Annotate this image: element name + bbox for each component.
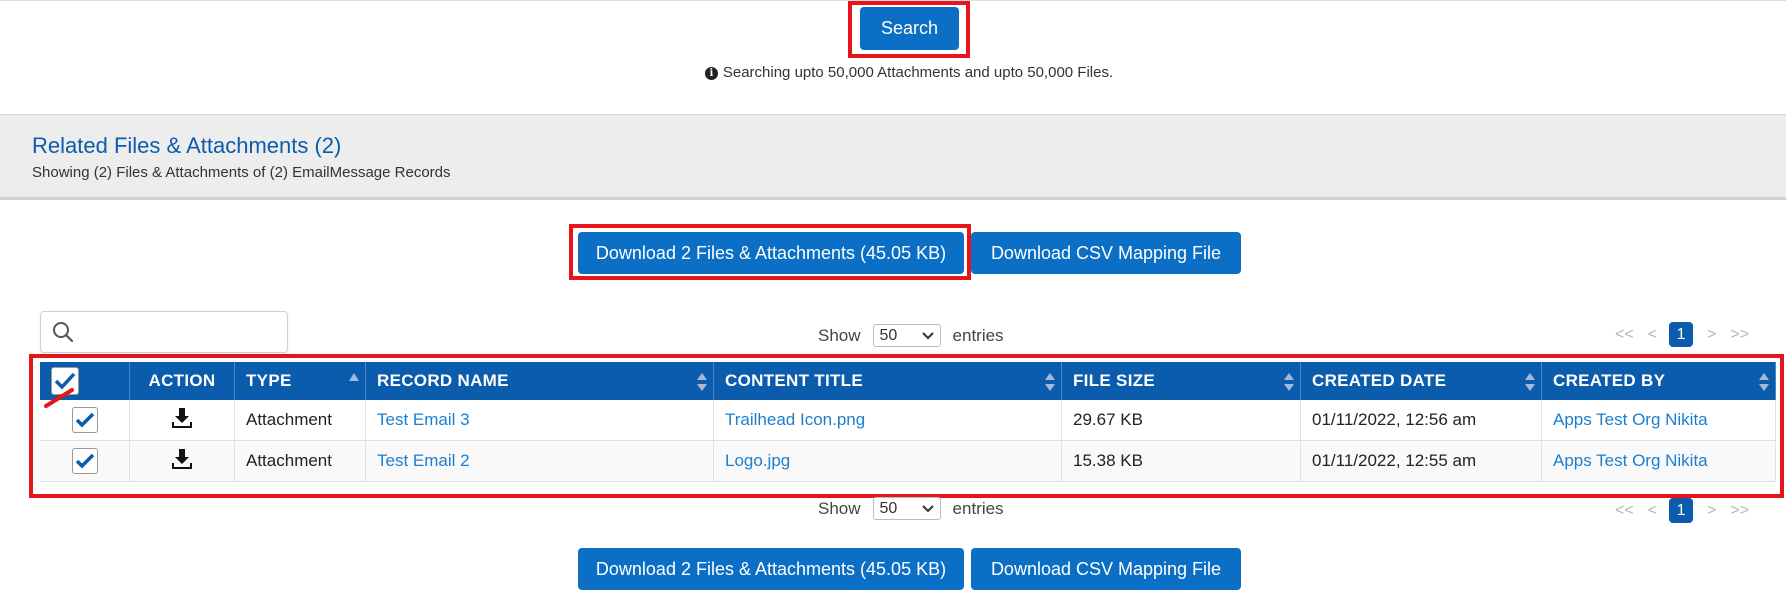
sort-both-icon bbox=[1759, 373, 1769, 391]
column-header-type[interactable]: TYPE bbox=[234, 362, 366, 400]
pager-last[interactable]: >> bbox=[1730, 326, 1749, 344]
entries-label: entries bbox=[952, 325, 1004, 345]
table-search-input[interactable] bbox=[40, 311, 288, 353]
entries-select[interactable]: 50 bbox=[872, 497, 941, 520]
column-header-created-date-label: CREATED DATE bbox=[1312, 371, 1447, 390]
entries-select-value: 50 bbox=[879, 326, 898, 344]
row-type: Attachment bbox=[234, 400, 366, 441]
sort-asc-icon bbox=[349, 373, 359, 381]
row-created-date: 01/11/2022, 12:56 am bbox=[1300, 400, 1542, 441]
table-row: Attachment Test Email 3 Trailhead Icon.p… bbox=[40, 400, 1776, 441]
row-content-title-link[interactable]: Logo.jpg bbox=[713, 440, 1062, 482]
column-header-file-size[interactable]: FILE SIZE bbox=[1061, 362, 1301, 400]
section-title: Related Files & Attachments (2) bbox=[32, 133, 342, 158]
pager-first[interactable]: << bbox=[1615, 502, 1634, 520]
pager-next[interactable]: > bbox=[1707, 502, 1716, 520]
row-record-name-link[interactable]: Test Email 2 bbox=[365, 440, 714, 482]
checkmark-icon bbox=[75, 453, 94, 469]
row-created-by-link[interactable]: Apps Test Org Nikita bbox=[1541, 400, 1776, 441]
row-checkbox[interactable] bbox=[71, 448, 98, 474]
search-icon bbox=[53, 322, 74, 343]
show-entries-bottom: Show 50 entries bbox=[818, 497, 1004, 520]
row-created-date: 01/11/2022, 12:55 am bbox=[1300, 440, 1542, 482]
row-select-cell bbox=[40, 440, 130, 482]
download-icon[interactable] bbox=[171, 448, 193, 470]
pager-first[interactable]: << bbox=[1615, 326, 1634, 344]
pager-prev[interactable]: < bbox=[1648, 502, 1657, 520]
column-header-record-name-label: RECORD NAME bbox=[377, 371, 509, 390]
column-header-created-by-label: CREATED BY bbox=[1553, 371, 1666, 390]
pager-last[interactable]: >> bbox=[1730, 502, 1749, 520]
download-csv-button[interactable]: Download CSV Mapping File bbox=[971, 232, 1241, 274]
download-csv-button-bottom[interactable]: Download CSV Mapping File bbox=[971, 548, 1241, 590]
show-entries-top: Show 50 entries bbox=[818, 324, 1004, 347]
pager-next[interactable]: > bbox=[1707, 326, 1716, 344]
search-button[interactable]: Search bbox=[860, 7, 959, 50]
files-table: ACTION TYPE RECORD NAME CONTENT TITLE FI… bbox=[40, 362, 1776, 482]
row-record-name-link[interactable]: Test Email 3 bbox=[365, 400, 714, 441]
entries-label: entries bbox=[952, 498, 1004, 518]
sort-both-icon bbox=[697, 373, 707, 391]
column-header-type-label: TYPE bbox=[246, 371, 292, 390]
row-content-title-link[interactable]: Trailhead Icon.png bbox=[713, 400, 1062, 441]
table-header-row: ACTION TYPE RECORD NAME CONTENT TITLE FI… bbox=[40, 362, 1776, 400]
show-label: Show bbox=[818, 498, 861, 518]
search-area: Search i Searching upto 50,000 Attachment… bbox=[0, 0, 1786, 115]
column-header-action: ACTION bbox=[129, 362, 235, 400]
column-header-created-by[interactable]: CREATED BY bbox=[1541, 362, 1776, 400]
info-circle-icon: i bbox=[704, 67, 718, 80]
entries-select[interactable]: 50 bbox=[872, 324, 941, 347]
checkmark-icon bbox=[75, 412, 94, 428]
sort-both-icon bbox=[1525, 373, 1535, 391]
column-header-content-title-label: CONTENT TITLE bbox=[725, 371, 863, 390]
entries-select-value: 50 bbox=[879, 499, 898, 517]
pager-prev[interactable]: < bbox=[1648, 326, 1657, 344]
column-header-created-date[interactable]: CREATED DATE bbox=[1300, 362, 1542, 400]
section-header: Related Files & Attachments (2) Showing … bbox=[0, 114, 1786, 200]
row-file-size: 15.38 KB bbox=[1061, 440, 1301, 482]
column-header-content-title[interactable]: CONTENT TITLE bbox=[713, 362, 1062, 400]
show-label: Show bbox=[818, 325, 861, 345]
pager-top: << < 1 > >> bbox=[1601, 322, 1749, 347]
row-checkbox[interactable] bbox=[71, 407, 98, 433]
column-header-file-size-label: FILE SIZE bbox=[1073, 371, 1156, 390]
chevron-down-icon bbox=[921, 504, 934, 512]
search-limit-info: i Searching upto 50,000 Attachments and u… bbox=[0, 64, 1786, 81]
column-header-record-name[interactable]: RECORD NAME bbox=[365, 362, 714, 400]
pager-current[interactable]: 1 bbox=[1669, 322, 1694, 347]
chevron-down-icon bbox=[921, 331, 934, 339]
pager-current[interactable]: 1 bbox=[1669, 498, 1694, 523]
table-row: Attachment Test Email 2 Logo.jpg 15.38 K… bbox=[40, 440, 1776, 482]
download-files-button[interactable]: Download 2 Files & Attachments (45.05 KB… bbox=[578, 232, 964, 274]
download-icon[interactable] bbox=[171, 407, 193, 429]
sort-both-icon bbox=[1284, 373, 1294, 391]
sort-both-icon bbox=[1045, 373, 1055, 391]
row-file-size: 29.67 KB bbox=[1061, 400, 1301, 441]
pager-bottom: << < 1 > >> bbox=[1601, 498, 1749, 523]
row-type: Attachment bbox=[234, 440, 366, 482]
row-created-by-link[interactable]: Apps Test Org Nikita bbox=[1541, 440, 1776, 482]
row-action-cell bbox=[129, 440, 235, 482]
download-files-button-bottom[interactable]: Download 2 Files & Attachments (45.05 KB… bbox=[578, 548, 964, 590]
section-subtitle: Showing (2) Files & Attachments of (2) E… bbox=[32, 164, 451, 181]
search-limit-text: Searching upto 50,000 Attachments and up… bbox=[722, 64, 1114, 81]
annotation-mark-icon bbox=[44, 388, 74, 408]
row-action-cell bbox=[129, 400, 235, 441]
